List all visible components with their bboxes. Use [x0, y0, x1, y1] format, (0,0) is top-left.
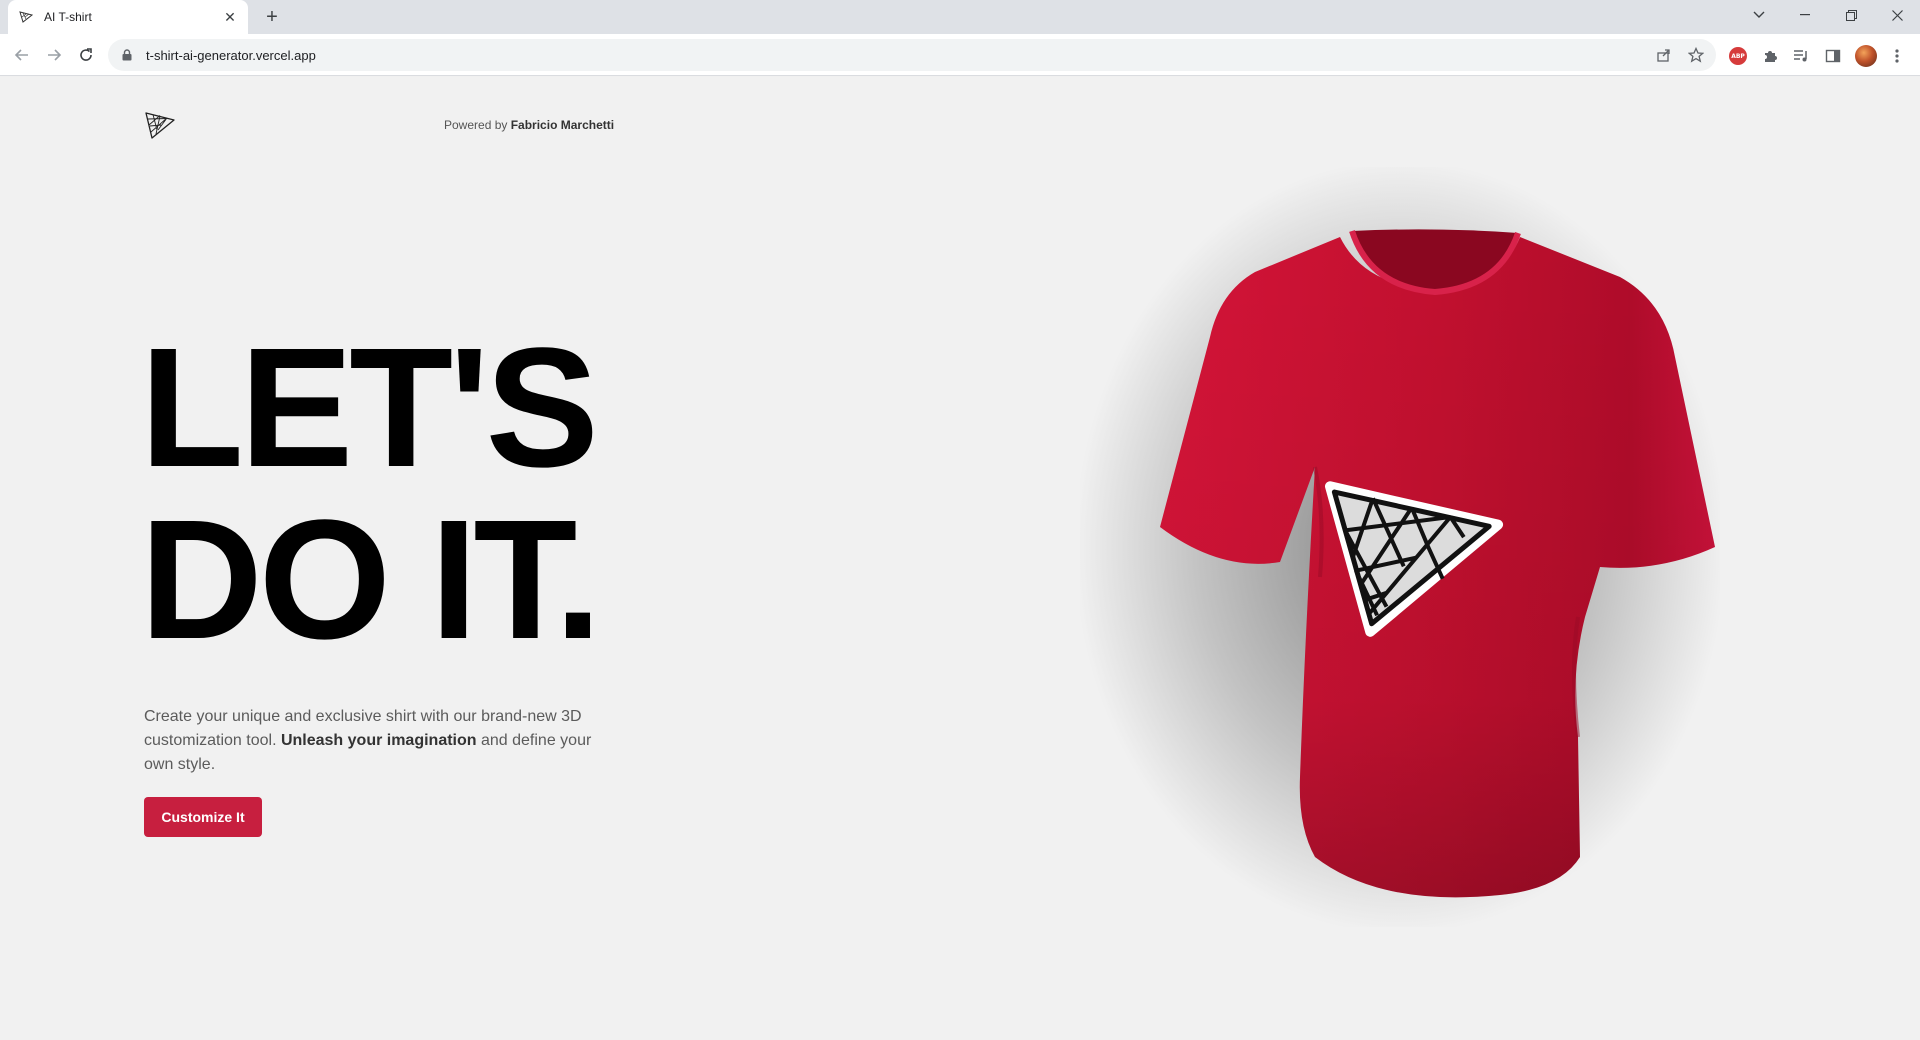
new-tab-button[interactable]: +: [260, 6, 284, 30]
site-logo-icon[interactable]: [144, 110, 176, 140]
address-bar[interactable]: t-shirt-ai-generator.vercel.app: [108, 39, 1716, 71]
profile-avatar[interactable]: [1855, 45, 1877, 67]
lock-icon[interactable]: [122, 48, 136, 62]
url-text: t-shirt-ai-generator.vercel.app: [146, 47, 316, 63]
close-tab-icon[interactable]: ✕: [222, 9, 238, 25]
hero-description: Create your unique and exclusive shirt w…: [144, 705, 614, 777]
browser-tab[interactable]: AI T-shirt ✕: [8, 0, 248, 34]
customize-it-button[interactable]: Customize It: [144, 797, 262, 837]
adblock-extension-icon[interactable]: ABP: [1729, 47, 1747, 65]
hero-headline: LET'S DO IT.: [140, 313, 602, 675]
triangle-logo-icon: [18, 9, 34, 25]
headline-line-2: DO IT.: [140, 485, 602, 675]
powered-prefix: Powered by: [444, 118, 508, 132]
headline-line-1: LET'S: [140, 313, 599, 503]
media-control-icon[interactable]: [1792, 47, 1810, 65]
tab-search-icon[interactable]: [1736, 0, 1782, 30]
browser-menu-icon[interactable]: [1888, 47, 1906, 65]
reload-button[interactable]: [74, 43, 98, 67]
bookmark-star-icon[interactable]: [1688, 47, 1704, 63]
restore-button[interactable]: [1828, 0, 1874, 30]
author-name: Fabricio Marchetti: [510, 118, 615, 132]
avatar-image: [1855, 45, 1877, 67]
minimize-button[interactable]: [1782, 0, 1828, 30]
powered-by-text: Powered by Fabricio Marchetti: [444, 118, 614, 132]
browser-toolbar: t-shirt-ai-generator.vercel.app ABP: [0, 34, 1920, 76]
adblock-badge: ABP: [1729, 47, 1747, 65]
page-content: Powered by Fabricio Marchetti LET'S DO I…: [0, 77, 1920, 1040]
share-icon[interactable]: [1656, 47, 1672, 63]
browser-tab-bar: AI T-shirt ✕ +: [0, 0, 1920, 34]
tab-title: AI T-shirt: [44, 10, 92, 24]
tshirt-model[interactable]: [1100, 217, 1740, 937]
tshirt-3d-viewer[interactable]: [1040, 137, 1800, 937]
side-panel-icon[interactable]: [1824, 47, 1842, 65]
back-button[interactable]: [10, 43, 34, 67]
desc-bold: Unleash your imagination: [280, 732, 477, 749]
close-window-button[interactable]: [1874, 0, 1920, 30]
extensions-puzzle-icon[interactable]: [1761, 47, 1779, 65]
forward-button[interactable]: [42, 43, 66, 67]
